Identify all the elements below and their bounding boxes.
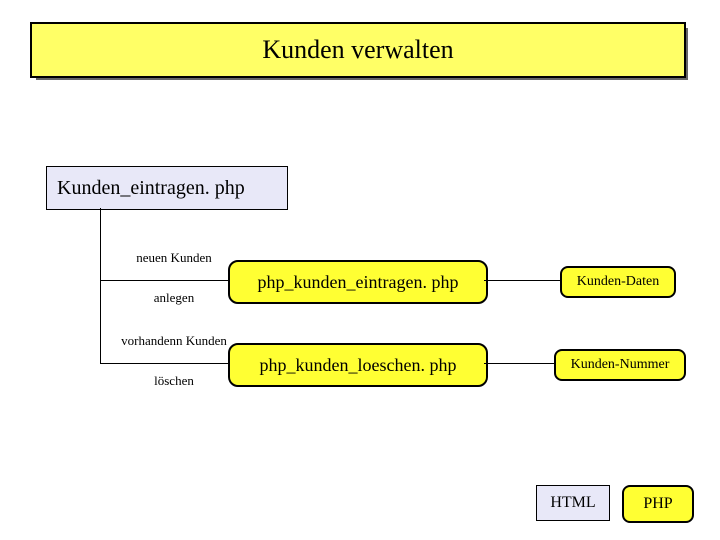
edge-label-branch2-bottom: löschen	[104, 373, 244, 389]
edge-label-branch1-bottom: anlegen	[104, 290, 244, 306]
action-box-loeschen-label: php_kunden_loeschen. php	[260, 355, 457, 376]
tag-kunden-daten: Kunden-Daten	[560, 266, 676, 298]
tag-kunden-nummer-label: Kunden-Nummer	[571, 357, 670, 373]
connector-branch1-left	[100, 280, 228, 281]
title-text: Kunden verwalten	[262, 35, 453, 65]
edge-label-branch1-top: neuen Kunden	[104, 250, 244, 266]
legend-html-label: HTML	[550, 494, 595, 512]
action-box-eintragen: php_kunden_eintragen. php	[228, 260, 488, 304]
action-box-loeschen: php_kunden_loeschen. php	[228, 343, 488, 387]
entry-box: Kunden_eintragen. php	[46, 166, 288, 210]
tag-kunden-nummer: Kunden-Nummer	[554, 349, 686, 381]
legend-php-label: PHP	[643, 495, 672, 513]
connector-branch2-left	[100, 363, 228, 364]
tree-vertical-line	[100, 208, 101, 363]
title-box: Kunden verwalten	[30, 22, 686, 78]
legend-php: PHP	[622, 485, 694, 523]
action-box-eintragen-label: php_kunden_eintragen. php	[258, 272, 459, 293]
edge-label-branch2-top: vorhandenn Kunden	[104, 333, 244, 349]
entry-box-label: Kunden_eintragen. php	[57, 177, 245, 200]
legend-html: HTML	[536, 485, 610, 521]
tag-kunden-daten-label: Kunden-Daten	[577, 274, 659, 290]
